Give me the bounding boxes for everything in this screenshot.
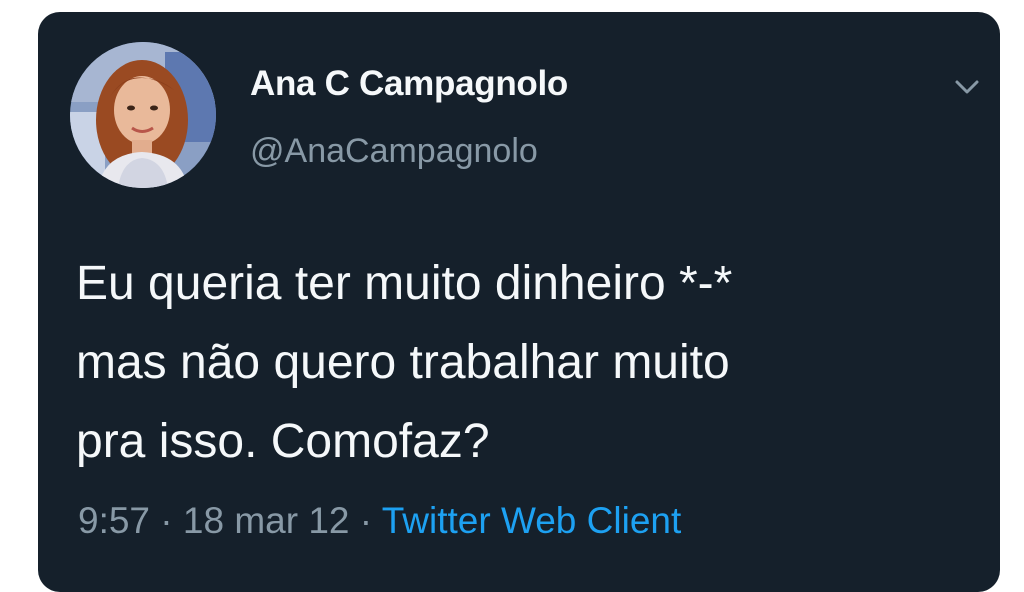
user-handle[interactable]: @AnaCampagnolo	[250, 132, 538, 171]
tweet-text-line: mas não quero trabalhar muito	[76, 336, 730, 389]
meta-separator: ·	[160, 500, 173, 541]
display-name[interactable]: Ana C Campagnolo	[250, 64, 568, 104]
tweet-text-line: pra isso. Comofaz?	[76, 415, 490, 468]
client-link[interactable]: Twitter Web Client	[382, 500, 682, 541]
tweet-date[interactable]: 18 mar 12	[183, 500, 350, 541]
avatar[interactable]	[70, 42, 216, 188]
avatar-photo	[70, 42, 216, 188]
tweet-text-line: Eu queria ter muito dinheiro *-*	[76, 257, 733, 310]
chevron-down-icon[interactable]	[954, 78, 980, 96]
tweet-meta: 9:57 · 18 mar 12 · Twitter Web Client	[78, 500, 681, 542]
meta-separator: ·	[359, 500, 373, 541]
tweet-card: Ana C Campagnolo @AnaCampagnolo Eu queri…	[38, 12, 1000, 592]
tweet-text: Eu queria ter muito dinheiro *-* mas não…	[76, 244, 976, 481]
tweet-time[interactable]: 9:57	[78, 500, 150, 541]
